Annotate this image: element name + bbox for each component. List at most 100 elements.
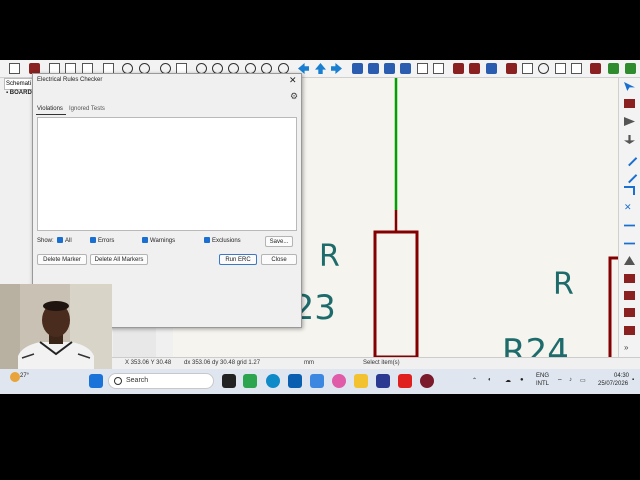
- hierarchy-item-label: BOARD: [9, 90, 32, 96]
- no-connect-icon[interactable]: ✕: [624, 203, 635, 212]
- net-label-icon[interactable]: [624, 242, 635, 245]
- navigate-up-icon[interactable]: [315, 63, 326, 74]
- symbol-browser-icon[interactable]: [469, 63, 480, 74]
- webcam-overlay: [0, 284, 112, 371]
- save-icon[interactable]: [9, 63, 20, 74]
- resistor-body-r23: [373, 230, 419, 357]
- delete-marker-button[interactable]: Delete Marker: [37, 254, 87, 265]
- language-indicator[interactable]: ENG: [536, 373, 549, 379]
- windows-taskbar: 27° Search ⌃ ◐ ☁ ● ENG INTL ⌔ ♪ ▭ 04:30 …: [0, 369, 640, 394]
- filter-all-checkbox[interactable]: [57, 237, 63, 243]
- person-silhouette: [0, 284, 112, 371]
- clock-time[interactable]: 04:30: [614, 373, 629, 379]
- search-label: Search: [126, 377, 149, 384]
- rotate-ccw-icon[interactable]: [352, 63, 363, 74]
- cursor-coordinates: X 353.06 Y 30.48: [125, 360, 172, 366]
- gear-icon[interactable]: ⚙: [290, 91, 298, 102]
- filter-exclusions-checkbox[interactable]: [204, 237, 210, 243]
- clock-date[interactable]: 25/07/2026: [598, 381, 628, 387]
- delete-all-markers-button[interactable]: Delete All Markers: [90, 254, 148, 265]
- wifi-icon[interactable]: ⌔: [557, 377, 563, 385]
- wire-to-bus-entry-icon[interactable]: [624, 186, 635, 195]
- component-reference: R24: [502, 332, 569, 357]
- group-icon[interactable]: [417, 63, 428, 74]
- add-wire-icon[interactable]: [621, 150, 638, 167]
- simulator-icon[interactable]: [538, 63, 549, 74]
- mirror-horizontal-icon[interactable]: [400, 63, 411, 74]
- tray-app-icon[interactable]: ◐: [488, 377, 492, 383]
- widgets-icon[interactable]: [243, 374, 257, 388]
- units-label: mm: [304, 360, 314, 366]
- tab-ignored-tests[interactable]: Ignored Tests: [69, 106, 105, 112]
- store-icon[interactable]: [288, 374, 302, 388]
- kicad-icon[interactable]: [376, 374, 390, 388]
- show-label: Show:: [37, 238, 54, 244]
- filter-warnings-checkbox[interactable]: [142, 237, 148, 243]
- task-view-icon[interactable]: [222, 374, 236, 388]
- tray-app2-icon[interactable]: ●: [520, 377, 524, 383]
- navigate-forward-icon[interactable]: [331, 63, 342, 74]
- global-label-icon[interactable]: [624, 256, 635, 265]
- hierarchical-label-icon[interactable]: [624, 274, 635, 283]
- notifications-icon[interactable]: ▪: [632, 377, 634, 383]
- junction-icon[interactable]: [624, 224, 635, 227]
- scripting-icon[interactable]: [590, 63, 601, 74]
- edge-browser-icon[interactable]: [266, 374, 280, 388]
- close-icon[interactable]: ✕: [289, 75, 297, 86]
- annotate-icon[interactable]: [486, 63, 497, 74]
- kicad-window: Schemati ▪ BOARD ✕ R R23 R R24 ✕ »: [0, 60, 640, 394]
- component-value: R: [319, 239, 340, 274]
- drawing-toolbar: ✕ »: [618, 78, 640, 357]
- add-power-icon[interactable]: [624, 135, 635, 144]
- add-bus-icon[interactable]: [621, 167, 638, 184]
- add-symbol-icon[interactable]: [624, 117, 635, 126]
- battery-icon[interactable]: ▭: [580, 377, 586, 384]
- filter-warnings-label: Warnings: [150, 238, 176, 244]
- filter-errors-checkbox[interactable]: [90, 237, 96, 243]
- weather-icon[interactable]: [10, 372, 20, 382]
- violations-list[interactable]: [37, 117, 297, 231]
- highlight-net-icon[interactable]: [624, 99, 635, 108]
- tab-violations[interactable]: Violations: [37, 106, 63, 112]
- search-icon: [114, 377, 122, 385]
- show-hidden-icons-icon[interactable]: ⌃: [472, 377, 477, 384]
- outlook-icon[interactable]: [310, 374, 324, 388]
- add-text-icon[interactable]: [624, 326, 635, 335]
- windows-start-icon[interactable]: [89, 374, 103, 388]
- close-button[interactable]: Close: [261, 254, 297, 265]
- assign-footprints-icon[interactable]: [571, 63, 582, 74]
- symbol-editor-icon[interactable]: [453, 63, 464, 74]
- import-sheet-pin-icon[interactable]: [624, 308, 635, 317]
- select-arrow-icon[interactable]: [624, 82, 635, 91]
- mirror-vertical-icon[interactable]: [384, 63, 395, 74]
- hierarchy-item-board[interactable]: ▪ BOARD: [6, 90, 32, 96]
- rotate-cw-icon[interactable]: [368, 63, 379, 74]
- more-tools-icon[interactable]: »: [624, 343, 635, 352]
- weather-temp: 27°: [20, 373, 30, 379]
- dialog-title: Electrical Rules Checker: [37, 77, 103, 83]
- copilot-icon[interactable]: [332, 374, 346, 388]
- keyboard-layout-indicator[interactable]: INTL: [536, 381, 549, 387]
- volume-icon[interactable]: ♪: [569, 377, 572, 383]
- filter-all-label: All: [65, 238, 72, 244]
- run-erc-button[interactable]: Run ERC: [219, 254, 257, 265]
- open-pcb-editor-icon[interactable]: [625, 63, 636, 74]
- resistor-body-r24: [608, 256, 618, 357]
- status-message: Select item(s): [363, 360, 400, 366]
- kicad-schematic-icon[interactable]: [420, 374, 434, 388]
- filter-errors-label: Errors: [98, 238, 115, 244]
- taskbar-search[interactable]: Search: [108, 373, 214, 389]
- hierarchical-sheet-icon[interactable]: [624, 291, 635, 300]
- file-explorer-icon[interactable]: [354, 374, 368, 388]
- youtube-icon[interactable]: [398, 374, 412, 388]
- onedrive-icon[interactable]: ☁: [505, 377, 511, 384]
- ungroup-icon[interactable]: [433, 63, 444, 74]
- save-report-button[interactable]: Save...: [265, 236, 293, 247]
- delta-coordinates: dx 353.06 dy 30.48 grid 1.27: [184, 360, 261, 366]
- update-pcb-icon[interactable]: [608, 63, 619, 74]
- component-value: R: [553, 267, 574, 302]
- symbol-fields-icon[interactable]: [522, 63, 533, 74]
- bom-icon[interactable]: [555, 63, 566, 74]
- erc-icon[interactable]: [506, 63, 517, 74]
- active-tab-indicator: [36, 114, 66, 115]
